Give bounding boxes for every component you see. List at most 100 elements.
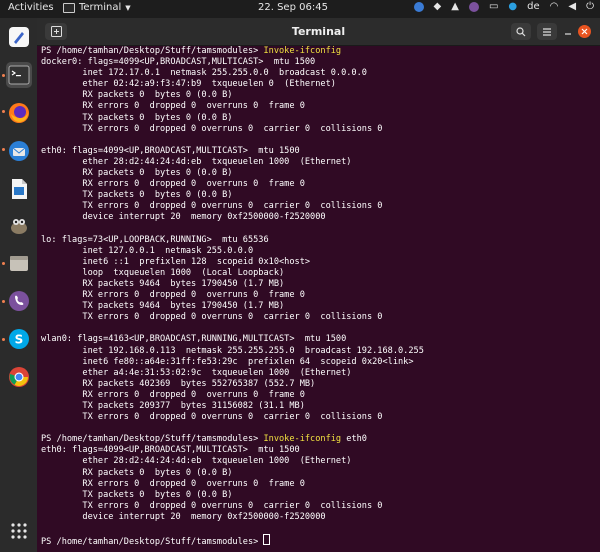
alert-icon[interactable]: ▲ <box>451 1 459 12</box>
output-line: RX errors 0 dropped 0 overruns 0 frame 0 <box>41 290 305 301</box>
thunderbird-icon <box>9 141 29 161</box>
output-line: ether 28:d2:44:24:4d:eb txqueuelen 1000 … <box>41 456 352 467</box>
output-line: TX packets 9464 bytes 1790450 (1.7 MB) <box>41 301 285 312</box>
chevron-down-icon: ▼ <box>125 3 131 12</box>
libreoffice-writer-icon <box>12 179 27 199</box>
output-line: TX errors 0 dropped 0 overruns 0 carrier… <box>41 201 383 212</box>
close-button[interactable] <box>578 25 591 38</box>
running-indicator <box>2 300 5 303</box>
output-line: loop txqueuelen 1000 (Local Loopback) <box>41 267 285 278</box>
system-tray: ◆ ▲ ▭ ● de ◠ ◀ ⏻ <box>413 1 594 12</box>
dock-terminal[interactable] <box>6 62 32 88</box>
command-text: Invoke-ifconfig <box>263 46 342 56</box>
dock: S <box>0 18 37 552</box>
hamburger-menu-icon <box>543 27 551 36</box>
display-icon[interactable]: ▭ <box>489 1 498 12</box>
output-line: TX packets 209377 bytes 31156082 (31.1 M… <box>41 401 305 411</box>
viber-icon <box>9 291 29 311</box>
prompt-text: PS /home/tamhan/Desktop/Stuff/tamsmodule… <box>41 434 264 445</box>
prompt-line: PS /home/tamhan/Desktop/Stuff/tamsmodule… <box>41 434 597 445</box>
running-indicator <box>2 110 5 113</box>
output-line: RX errors 0 dropped 0 overruns 0 frame 0 <box>41 179 305 190</box>
prompt-line: PS /home/tamhan/Desktop/Stuff/tamsmodule… <box>41 46 597 57</box>
dock-chrome[interactable] <box>6 364 32 390</box>
output-line: inet 172.17.0.1 netmask 255.255.0.0 broa… <box>41 68 367 79</box>
output-line: ether a4:4e:31:53:02:9c txqueuelen 1000 … <box>41 367 352 378</box>
terminal-icon <box>8 65 30 85</box>
prompt-line: PS /home/tamhan/Desktop/Stuff/tamsmodule… <box>41 534 597 547</box>
output-line: RX packets 9464 bytes 1790450 (1.7 MB) <box>41 278 285 289</box>
output-line: TX errors 0 dropped 0 overruns 0 carrier… <box>41 412 383 423</box>
terminal-headerbar: Terminal <box>37 18 600 46</box>
files-icon <box>10 256 28 271</box>
terminal-small-icon <box>63 2 75 13</box>
dock-show-apps[interactable] <box>6 518 32 544</box>
output-line: inet 127.0.0.1 netmask 255.0.0.0 <box>41 245 254 256</box>
output-line: RX errors 0 dropped 0 overruns 0 frame 0 <box>41 478 305 489</box>
dock-files[interactable] <box>6 250 32 276</box>
minimize-icon <box>565 32 571 35</box>
svg-text:S: S <box>15 333 24 347</box>
app-indicator-icon[interactable] <box>413 1 424 12</box>
dock-skype[interactable]: S <box>6 326 32 352</box>
clock[interactable]: 22. Sep 06:45 <box>258 2 328 13</box>
output-line: TX errors 0 dropped 0 overruns 0 carrier… <box>41 312 383 323</box>
app-menu-label: Terminal <box>79 2 122 13</box>
menu-button[interactable] <box>537 23 557 40</box>
volume-icon[interactable]: ◀ <box>568 1 576 12</box>
gimp-icon <box>11 219 27 234</box>
minimize-button[interactable] <box>561 23 575 40</box>
output-line: device interrupt 20 memory 0xf2500000-f2… <box>41 511 326 522</box>
output-line: TX errors 0 dropped 0 overruns 0 carrier… <box>41 500 383 511</box>
dock-libreoffice-writer[interactable] <box>6 176 32 202</box>
command-argument: eth0 <box>341 434 367 445</box>
chrome-icon <box>9 367 29 387</box>
power-icon[interactable]: ⏻ <box>586 1 594 12</box>
dock-thunderbird[interactable] <box>6 138 32 164</box>
app-grid-icon <box>11 523 27 539</box>
top-bar: Activities Terminal ▼ 22. Sep 06:45 ◆ ▲ … <box>0 0 600 18</box>
language-indicator[interactable]: de <box>527 1 540 12</box>
dock-firefox[interactable] <box>6 100 32 126</box>
search-button[interactable] <box>511 23 531 40</box>
output-line: inet6 fe80::a64e:31ff:fe53:29c prefixlen… <box>41 356 414 367</box>
output-line: lo: flags=73<UP,LOOPBACK,RUNNING> mtu 65… <box>41 234 269 245</box>
prompt-text: PS /home/tamhan/Desktop/Stuff/tamsmodule… <box>41 46 264 56</box>
output-line: RX packets 0 bytes 0 (0.0 B) <box>41 467 233 478</box>
output-line: RX packets 0 bytes 0 (0.0 B) <box>41 168 233 179</box>
output-line: TX packets 0 bytes 0 (0.0 B) <box>41 112 233 123</box>
text-editor-icon <box>9 27 29 47</box>
output-line: TX errors 0 dropped 0 overruns 0 carrier… <box>41 123 383 134</box>
app-menu[interactable]: Terminal ▼ <box>63 2 131 13</box>
dock-viber[interactable] <box>6 288 32 314</box>
output-line: ether 02:42:a9:f3:47:b9 txqueuelen 0 (Et… <box>41 79 336 90</box>
output-line: inet 192.168.0.113 netmask 255.255.255.0… <box>41 345 424 356</box>
skype-icon: S <box>9 329 29 349</box>
dock-text-editor[interactable] <box>6 24 32 50</box>
output-line: RX errors 0 dropped 0 overruns 0 frame 0 <box>41 389 305 400</box>
chat-icon[interactable]: ◆ <box>434 1 442 12</box>
output-line: RX packets 402369 bytes 552765387 (552.7… <box>41 378 316 389</box>
output-line: eth0: flags=4099<UP,BROADCAST,MULTICAST>… <box>41 145 300 156</box>
terminal-output[interactable]: PS /home/tamhan/Desktop/Stuff/tamsmodule… <box>41 46 597 550</box>
dock-gimp[interactable] <box>6 212 32 238</box>
activities-button[interactable]: Activities <box>8 2 54 13</box>
command-text: Invoke-ifconfig <box>263 434 342 445</box>
skype-tray-icon[interactable]: ● <box>508 1 517 12</box>
output-line: wlan0: flags=4163<UP,BROADCAST,RUNNING,M… <box>41 334 347 345</box>
wifi-icon[interactable]: ◠ <box>550 1 559 12</box>
viber-tray-icon[interactable] <box>468 1 479 12</box>
text-cursor <box>263 534 271 546</box>
output-line: docker0: flags=4099<UP,BROADCAST,MULTICA… <box>41 57 316 68</box>
output-line: ether 28:d2:44:24:4d:eb txqueuelen 1000 … <box>41 156 352 167</box>
running-indicator <box>2 74 5 77</box>
output-line: TX packets 0 bytes 0 (0.0 B) <box>41 190 233 201</box>
running-indicator <box>2 148 5 151</box>
firefox-icon <box>9 103 29 123</box>
search-icon <box>516 26 526 36</box>
